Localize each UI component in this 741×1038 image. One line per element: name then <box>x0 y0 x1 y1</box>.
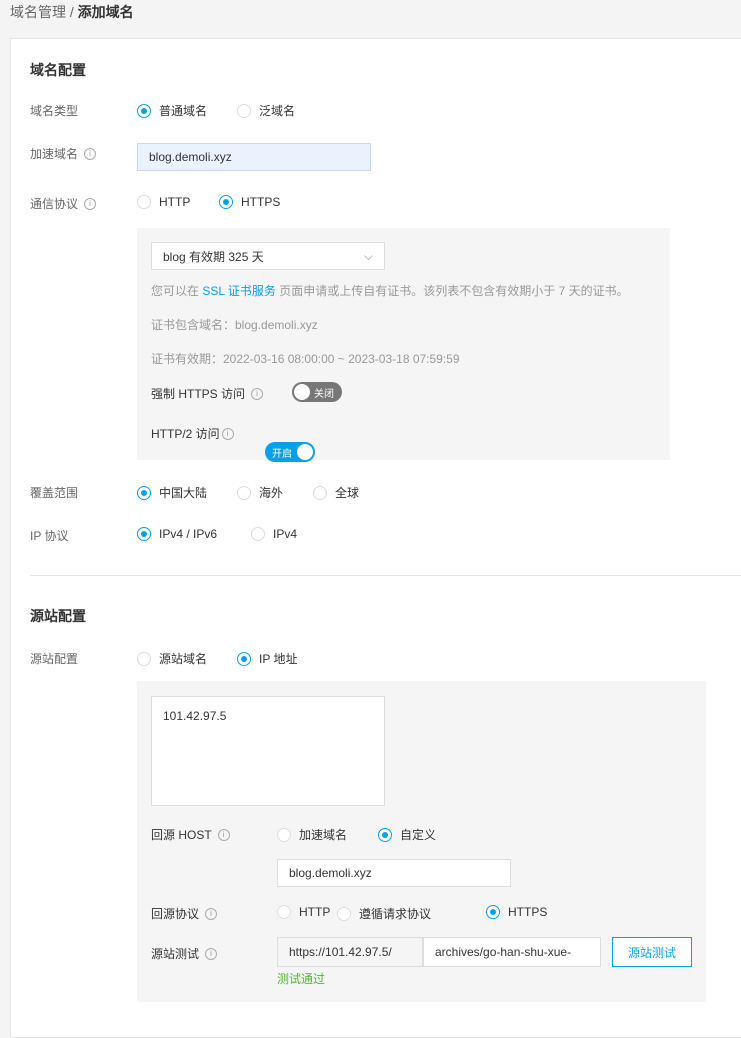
origin-type-label: 源站配置 <box>30 652 79 666</box>
coverage-label: 覆盖范围 <box>30 486 79 500</box>
cert-validity: 证书有效期：2022-03-16 08:00:00 ~ 2023-03-18 0… <box>151 352 460 366</box>
radio-normal-domain[interactable]: 普通域名 <box>137 102 207 119</box>
force-https-label: 强制 HTTPS 访问 i <box>151 385 264 402</box>
radio-host-custom[interactable]: 自定义 <box>378 826 436 843</box>
info-icon: i <box>205 947 218 960</box>
radio-overseas[interactable]: 海外 <box>237 484 283 501</box>
chevron-down-icon: ⌵ <box>363 248 373 263</box>
http2-label: HTTP/2 访问 i <box>151 425 234 442</box>
radio-ipv4-ipv6[interactable]: IPv4 / IPv6 <box>137 527 217 541</box>
origin-test-button[interactable]: 源站测试 <box>612 937 692 967</box>
test-path-input[interactable]: archives/go-han-shu-xue- <box>423 937 601 967</box>
info-icon: i <box>251 387 264 400</box>
accel-domain-input[interactable]: blog.demoli.xyz <box>137 143 371 171</box>
radio-http[interactable]: HTTP <box>137 195 190 209</box>
protocol-label: 通信协议 i <box>30 195 97 212</box>
breadcrumb-current: 添加域名 <box>77 4 134 20</box>
host-input[interactable]: blog.demoli.xyz <box>277 859 511 887</box>
info-icon: i <box>84 197 97 210</box>
section-title-domain: 域名配置 <box>30 62 86 78</box>
divider <box>30 575 741 576</box>
info-icon: i <box>217 828 230 841</box>
domain-type-label: 域名类型 <box>30 104 79 118</box>
info-icon: i <box>205 907 218 920</box>
radio-origin-http[interactable]: HTTP <box>277 905 330 919</box>
radio-host-accel[interactable]: 加速域名 <box>277 826 347 843</box>
radio-global[interactable]: 全球 <box>313 484 359 501</box>
http2-toggle[interactable]: 开启 <box>265 442 315 462</box>
force-https-toggle[interactable]: 关闭 <box>292 382 342 402</box>
breadcrumb: 域名管理 / 添加域名 <box>10 2 134 22</box>
breadcrumb-sep: / <box>69 4 74 20</box>
cert-hint: 您可以在 SSL 证书服务 页面申请或上传自有证书。该列表不包含有效期小于 7 … <box>151 284 629 298</box>
info-icon: i <box>84 147 97 160</box>
test-url-prefix: https://101.42.97.5/ <box>277 937 423 967</box>
breadcrumb-parent[interactable]: 域名管理 <box>10 4 66 20</box>
ssl-service-link[interactable]: SSL 证书服务 <box>202 284 276 298</box>
origin-test-label: 源站测试 i <box>151 945 218 962</box>
radio-wildcard-domain[interactable]: 泛域名 <box>237 102 295 119</box>
origin-protocol-label: 回源协议 i <box>151 905 218 922</box>
host-label: 回源 HOST i <box>151 826 230 843</box>
accel-domain-label: 加速域名 i <box>30 145 97 162</box>
radio-https[interactable]: HTTPS <box>219 195 280 209</box>
section-title-origin: 源站配置 <box>30 608 86 624</box>
test-result: 测试通过 <box>277 972 326 986</box>
radio-ip-address[interactable]: IP 地址 <box>237 650 297 667</box>
cert-domains: 证书包含域名：blog.demoli.xyz <box>151 318 318 332</box>
info-icon: i <box>221 427 234 440</box>
radio-follow-protocol[interactable]: 遵循请求协议 <box>337 905 431 922</box>
origin-ip-textarea[interactable]: 101.42.97.5 <box>151 696 385 806</box>
ip-protocol-label: IP 协议 <box>30 529 69 543</box>
cert-select[interactable]: blog 有效期 325 天 ⌵ <box>151 242 385 270</box>
radio-origin-domain[interactable]: 源站域名 <box>137 650 207 667</box>
radio-origin-https[interactable]: HTTPS <box>486 905 547 919</box>
radio-mainland[interactable]: 中国大陆 <box>137 484 207 501</box>
radio-ipv4[interactable]: IPv4 <box>251 527 297 541</box>
